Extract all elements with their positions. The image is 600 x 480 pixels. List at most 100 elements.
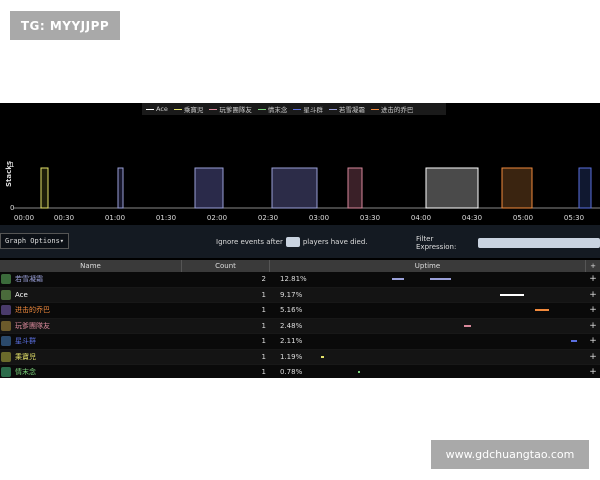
expand-icon[interactable]: + — [586, 290, 600, 300]
player-name: 进击的乔巴 — [15, 306, 50, 315]
player-name: 乘寶児 — [15, 352, 36, 361]
uptime-bar — [310, 303, 586, 318]
buff-block — [501, 167, 533, 209]
x-tick-label: 04:00 — [411, 214, 431, 222]
uptime-percent: 0.78% — [280, 368, 303, 377]
legend-item[interactable]: 乘寶児 — [173, 104, 203, 114]
buff-block — [40, 167, 49, 209]
expand-icon[interactable]: + — [586, 274, 600, 284]
table-row[interactable]: Ace 1 9.17% + — [0, 287, 600, 303]
uptime-segment — [464, 324, 471, 327]
legend-item[interactable]: 情末念 — [257, 104, 287, 114]
header-expand-all[interactable]: + — [586, 260, 600, 272]
x-tick-label: 05:30 — [564, 214, 584, 222]
uptime-bar — [310, 288, 586, 303]
expand-icon[interactable]: + — [586, 367, 600, 377]
uptime-percent: 1.19% — [280, 352, 303, 361]
uptime-segment — [392, 278, 404, 280]
legend-item[interactable]: Ace — [146, 105, 168, 113]
table-row[interactable]: 玩爹團隊友 1 2.48% + — [0, 318, 600, 334]
uptime-percent: 9.17% — [280, 290, 303, 299]
buff-block — [117, 167, 124, 209]
table-row[interactable]: 星斗群 1 2.11% + — [0, 334, 600, 350]
uptime-percent: 2.48% — [280, 321, 303, 330]
header-uptime[interactable]: Uptime — [270, 260, 586, 272]
filter-input[interactable] — [478, 238, 600, 248]
expand-icon[interactable]: + — [586, 305, 600, 315]
buff-icon — [1, 351, 11, 362]
buff-uptime-panel: Ace 乘寶児 玩爹團隊友 情末念 星斗群 若雪凝霜 进击的乔巴 1 0 00:… — [0, 103, 600, 378]
expand-icon[interactable]: + — [586, 352, 600, 362]
uptime-percent: 2.11% — [280, 337, 303, 346]
uptime-table: Name Count Uptime + 若雪凝霜 2 12.81% + Ace … — [0, 260, 600, 378]
x-tick-label: 00:00 — [14, 214, 34, 222]
uptime-bar — [310, 319, 586, 334]
uptime-segment — [358, 371, 360, 373]
buff-icon — [1, 289, 11, 300]
y-tick-label: 0 — [10, 204, 14, 212]
header-name[interactable]: Name — [0, 260, 182, 272]
table-row[interactable]: 若雪凝霜 2 12.81% + — [0, 272, 600, 288]
expand-icon[interactable]: + — [586, 321, 600, 331]
count-cell: 1 — [261, 321, 266, 330]
ignore-label-before: Ignore events after — [216, 238, 283, 246]
count-cell: 1 — [261, 306, 266, 315]
table-row[interactable]: 进击的乔巴 1 5.16% + — [0, 303, 600, 319]
x-tick-label: 03:00 — [309, 214, 329, 222]
x-tick-label: 03:30 — [360, 214, 380, 222]
buff-icon — [1, 336, 11, 347]
uptime-bar — [310, 334, 586, 349]
uptime-bar — [310, 272, 586, 287]
stacks-chart-svg: 1 0 00:00 00:30 01:00 01:30 02:00 02:30 … — [10, 161, 600, 222]
count-cell: 1 — [261, 337, 266, 346]
table-row[interactable]: 乘寶児 1 1.19% + — [0, 349, 600, 365]
legend-item[interactable]: 若雪凝霜 — [328, 104, 365, 114]
uptime-bar — [310, 365, 586, 378]
x-tick-label: 05:00 — [513, 214, 533, 222]
filter-control: Filter Expression: — [416, 235, 600, 251]
legend-item[interactable]: 进击的乔巴 — [370, 104, 413, 114]
chart-legend: Ace 乘寶児 玩爹團隊友 情末念 星斗群 若雪凝霜 进击的乔巴 — [142, 103, 446, 115]
y-axis-label: Stacks — [5, 160, 14, 188]
legend-item[interactable]: 玩爹團隊友 — [209, 104, 252, 114]
player-name: 玩爹團隊友 — [15, 321, 50, 330]
table-header: Name Count Uptime + — [0, 260, 600, 272]
x-tick-label: 00:30 — [54, 214, 74, 222]
x-tick-label: 01:30 — [156, 214, 176, 222]
table-body: 若雪凝霜 2 12.81% + Ace 1 9.17% + 进击的乔巴 1 5.… — [0, 272, 600, 378]
buff-block — [578, 167, 592, 209]
count-cell: 2 — [261, 275, 266, 284]
ignore-count-input[interactable] — [285, 237, 300, 247]
player-name: 若雪凝霜 — [15, 275, 43, 284]
x-tick-label: 02:00 — [207, 214, 227, 222]
uptime-segment — [500, 293, 524, 296]
uptime-segment — [571, 340, 577, 342]
graph-options-dropdown[interactable]: Graph Options▾ — [0, 233, 70, 249]
x-tick-label: 04:30 — [462, 214, 482, 222]
x-tick-label: 01:00 — [105, 214, 125, 222]
player-name: 星斗群 — [15, 337, 36, 346]
uptime-percent: 5.16% — [280, 306, 303, 315]
options-bar: Graph Options▾ Ignore events after playe… — [0, 225, 600, 258]
uptime-segment — [321, 355, 324, 358]
buff-block — [425, 167, 479, 209]
buff-icon — [1, 320, 11, 331]
buff-icon — [1, 367, 11, 378]
uptime-segment — [535, 309, 549, 311]
player-name: Ace — [15, 290, 28, 299]
count-cell: 1 — [261, 368, 266, 377]
count-cell: 1 — [261, 290, 266, 299]
stacks-chart: 1 0 00:00 00:30 01:00 01:30 02:00 02:30 … — [0, 115, 600, 225]
buff-icon — [1, 274, 11, 285]
buff-block — [194, 167, 224, 209]
buff-block — [271, 167, 318, 209]
header-count[interactable]: Count — [182, 260, 270, 272]
buff-icon — [1, 305, 11, 316]
table-row[interactable]: 情末念 1 0.78% + — [0, 365, 600, 378]
ignore-events-control: Ignore events after players have died. — [216, 237, 368, 247]
expand-icon[interactable]: + — [586, 336, 600, 346]
buff-block — [347, 167, 363, 209]
legend-item[interactable]: 星斗群 — [293, 104, 323, 114]
uptime-bar — [310, 350, 586, 365]
uptime-percent: 12.81% — [280, 275, 307, 284]
